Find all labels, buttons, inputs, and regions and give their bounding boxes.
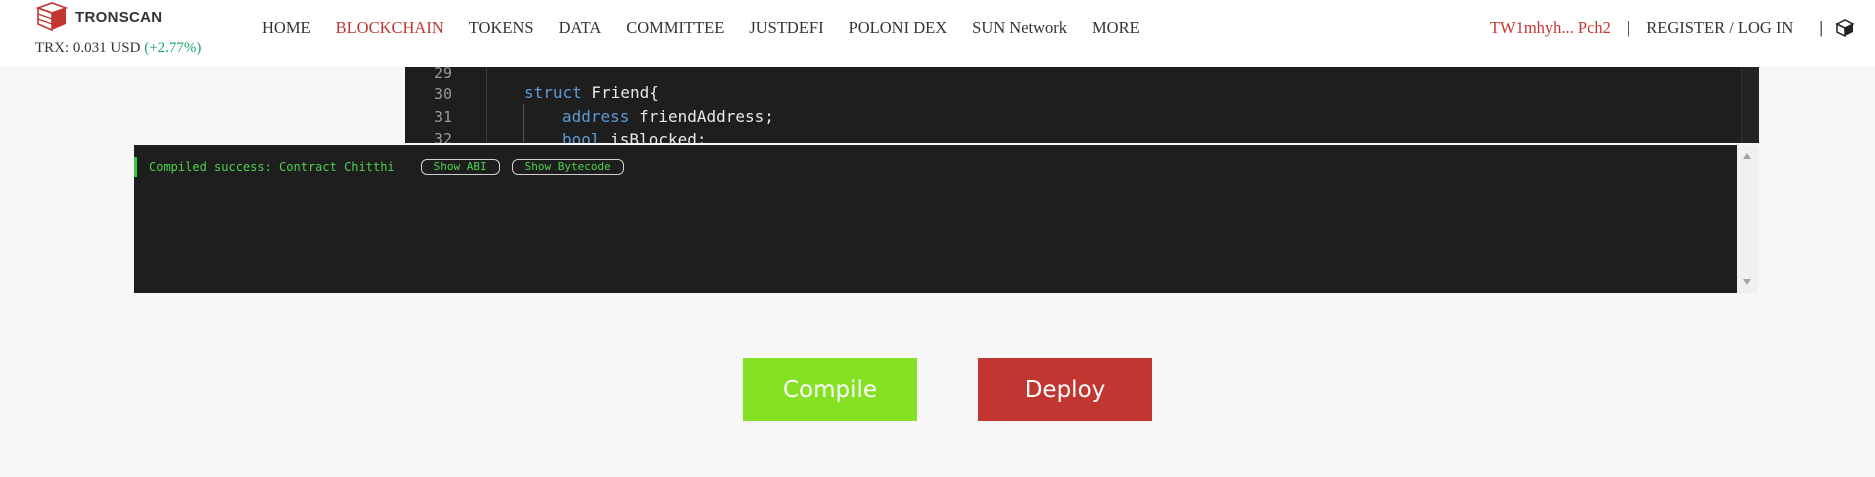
compile-console: Compiled success: Contract Chitthi Show … xyxy=(134,145,1758,293)
scroll-up-icon[interactable] xyxy=(1743,153,1751,159)
nav-justdefi[interactable]: JUSTDEFI xyxy=(749,18,823,38)
line-number: 31 xyxy=(433,108,452,126)
logo-text: TRONSCAN xyxy=(75,8,163,26)
code-keyword: address xyxy=(562,107,630,126)
nav-separator: | xyxy=(1626,18,1631,37)
register-login-link[interactable]: REGISTER / LOG IN xyxy=(1646,18,1793,38)
code-keyword: bool xyxy=(562,130,601,143)
trx-price: TRX: 0.031 USD (+2.77%) xyxy=(35,40,201,57)
nav-data[interactable]: DATA xyxy=(559,18,602,38)
price-label: TRX: 0.031 USD xyxy=(35,40,141,56)
nav-home[interactable]: HOME xyxy=(262,18,311,38)
nav-tokens[interactable]: TOKENS xyxy=(469,18,534,38)
line-number: 30 xyxy=(433,85,452,103)
code-keyword: struct xyxy=(524,83,582,102)
top-header: TRONSCAN TRX: 0.031 USD (+2.77%) HOME BL… xyxy=(0,0,1875,67)
line-number: 29 xyxy=(433,67,452,82)
wallet-box-icon[interactable] xyxy=(1835,19,1855,37)
nav-bar-divider: | xyxy=(1819,18,1823,37)
nav-poloni-dex[interactable]: POLONI DEX xyxy=(849,18,948,38)
show-abi-button[interactable]: Show ABI xyxy=(420,159,500,175)
show-bytecode-button[interactable]: Show Bytecode xyxy=(511,159,624,175)
code-line[interactable]: address friendAddress; xyxy=(562,107,774,126)
deploy-button[interactable]: Deploy xyxy=(978,358,1152,421)
code-text: Friend{ xyxy=(581,83,659,102)
editor-scrollbar[interactable] xyxy=(1741,67,1759,143)
nav-committee[interactable]: COMMITTEE xyxy=(626,18,724,38)
line-gutter: 29 30 31 32 xyxy=(405,67,487,143)
nav-blockchain[interactable]: BLOCKCHAIN xyxy=(336,18,444,38)
success-marker xyxy=(134,157,137,177)
line-number: 32 xyxy=(433,130,452,143)
compile-status-message: Compiled success: Contract Chitthi xyxy=(149,160,395,174)
nav-more[interactable]: MORE xyxy=(1092,18,1140,38)
logo[interactable]: TRONSCAN xyxy=(34,2,162,32)
tronscan-logo-icon xyxy=(35,2,69,32)
indent-guide xyxy=(523,104,524,143)
compile-button[interactable]: Compile xyxy=(743,358,917,421)
nav-sun-network[interactable]: SUN Network xyxy=(972,18,1067,38)
account-nav: TW1mhyh... Pch2 | REGISTER / LOG IN | xyxy=(1490,18,1855,38)
code-text: isBlocked; xyxy=(600,130,707,143)
main-nav: HOME BLOCKCHAIN TOKENS DATA COMMITTEE JU… xyxy=(262,18,1165,38)
console-entry: Compiled success: Contract Chitthi Show … xyxy=(134,157,624,177)
code-text: friendAddress; xyxy=(629,107,774,126)
code-editor[interactable]: 29 30 31 32 struct Friend{ address frien… xyxy=(405,67,1759,143)
code-line[interactable]: bool isBlocked; xyxy=(562,130,707,143)
price-change: (+2.77%) xyxy=(144,40,202,56)
scroll-down-icon[interactable] xyxy=(1743,279,1751,285)
console-scrollbar[interactable] xyxy=(1737,145,1758,293)
code-line[interactable]: struct Friend{ xyxy=(524,83,659,102)
account-address[interactable]: TW1mhyh... Pch2 xyxy=(1490,18,1611,38)
